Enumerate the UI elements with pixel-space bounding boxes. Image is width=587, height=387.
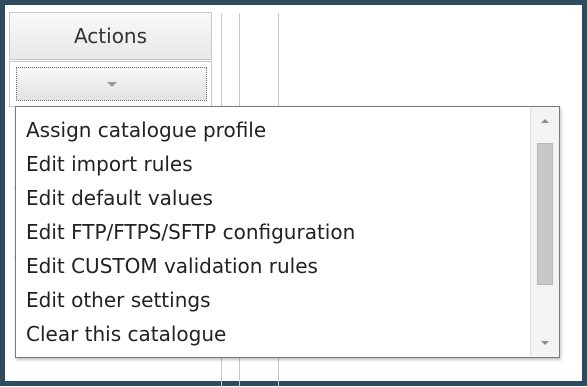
option-clear-catalogue[interactable]: Clear this catalogue xyxy=(16,317,530,351)
actions-select-cell xyxy=(9,61,212,107)
scroll-up-arrow-icon xyxy=(541,119,549,123)
dropdown-scrollbar[interactable] xyxy=(530,107,559,357)
chevron-down-icon xyxy=(106,81,117,87)
actions-column-header[interactable]: Actions xyxy=(9,12,212,60)
scrollbar-thumb[interactable] xyxy=(537,143,553,285)
option-assign-catalogue-profile[interactable]: Assign catalogue profile xyxy=(16,113,530,147)
actions-dropdown-list[interactable]: Assign catalogue profile Edit import rul… xyxy=(15,106,560,358)
scroll-up-button[interactable] xyxy=(531,107,559,135)
scroll-down-arrow-icon xyxy=(541,341,549,345)
option-edit-custom-validation-rules[interactable]: Edit CUSTOM validation rules xyxy=(16,249,530,283)
actions-select[interactable] xyxy=(16,67,207,101)
option-edit-import-rules[interactable]: Edit import rules xyxy=(16,147,530,181)
option-edit-default-values[interactable]: Edit default values xyxy=(16,181,530,215)
dropdown-options: Assign catalogue profile Edit import rul… xyxy=(16,113,530,351)
actions-header-label: Actions xyxy=(73,24,148,48)
scroll-down-button[interactable] xyxy=(531,329,559,357)
option-edit-ftp-configuration[interactable]: Edit FTP/FTPS/SFTP configuration xyxy=(16,215,530,249)
option-edit-other-settings[interactable]: Edit other settings xyxy=(16,283,530,317)
